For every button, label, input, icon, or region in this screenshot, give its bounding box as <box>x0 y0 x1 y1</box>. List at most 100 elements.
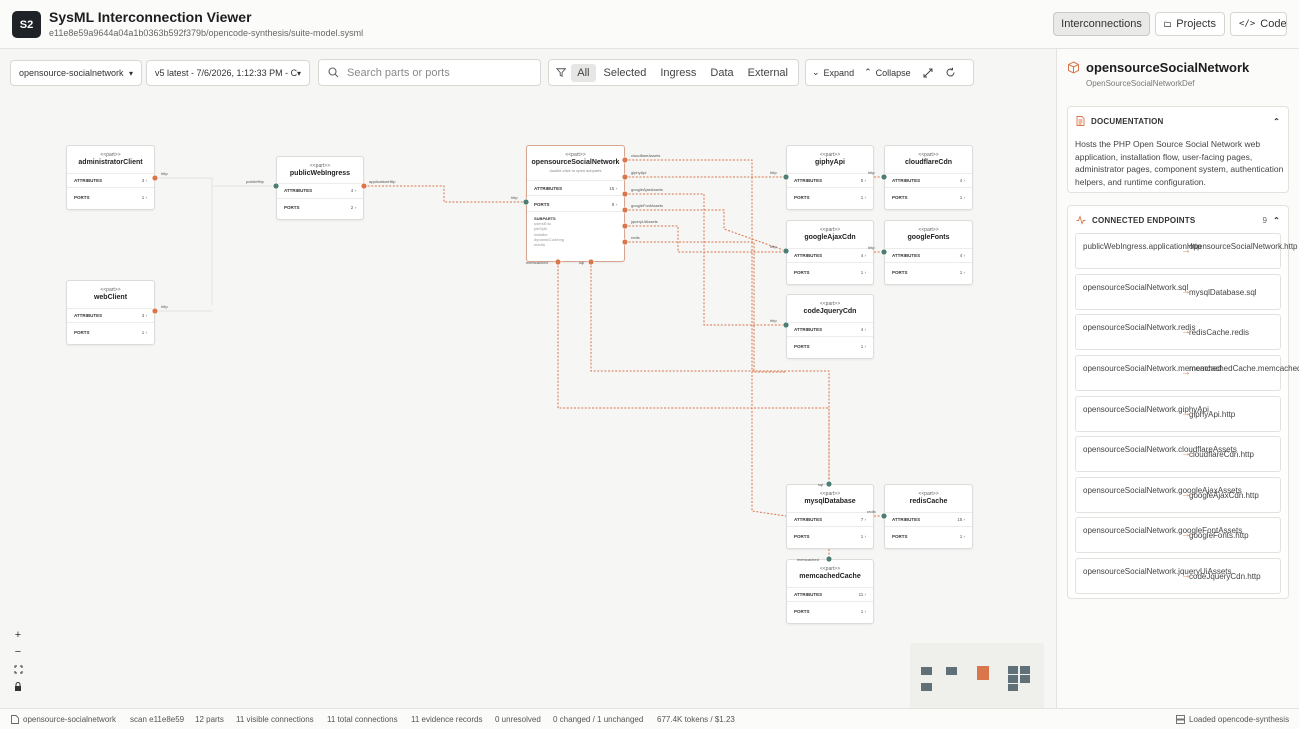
node-ports-row[interactable]: PORTS 1 › <box>794 344 866 349</box>
node-attributes-row[interactable]: ATTRIBUTES 15 › <box>892 517 965 522</box>
attributes-count: 4 <box>860 327 864 332</box>
node-attributes-row[interactable]: ATTRIBUTES 3 › <box>74 313 147 318</box>
node-divider <box>787 173 873 174</box>
endpoint-row[interactable]: opensourceSocialNetwork.googleAjaxAssets… <box>1075 477 1281 513</box>
search-input[interactable] <box>347 66 527 79</box>
reset-icon[interactable] <box>945 67 956 78</box>
node-attributes-row[interactable]: ATTRIBUTES 4 › <box>794 327 866 332</box>
node-google-ajax-cdn[interactable]: <<part>> googleAjaxCdn ATTRIBUTES 4 › POR… <box>786 220 874 285</box>
endpoint-from: opensourceSocialNetwork.cloudflareAssets <box>1083 445 1237 454</box>
node-attributes-row[interactable]: ATTRIBUTES 11 › <box>794 592 866 597</box>
subpart-item[interactable]: media <box>534 242 564 247</box>
node-ports-row[interactable]: PORTS 1 › <box>794 195 866 200</box>
node-ports-row[interactable]: PORTS 1 › <box>794 609 866 614</box>
node-divider <box>885 187 972 188</box>
node-divider <box>527 180 624 181</box>
node-attributes-row[interactable]: ATTRIBUTES 5 › <box>794 178 866 183</box>
interconnections-tab[interactable]: Interconnections <box>1053 12 1150 36</box>
node-ports-row[interactable]: PORTS 1 › <box>892 195 965 200</box>
project-select[interactable]: opensource-socialnetwork ▾ <box>10 60 142 86</box>
filter-ingress[interactable]: Ingress <box>654 64 702 82</box>
node-attributes-row[interactable]: ATTRIBUTES 3 › <box>74 178 147 183</box>
expand-button[interactable]: ⌄ Expand <box>812 67 854 78</box>
search-icon <box>328 67 339 78</box>
node-divider <box>787 262 873 263</box>
node-mysql-database[interactable]: <<part>> mysqlDatabase ATTRIBUTES 7 › POR… <box>786 484 874 549</box>
node-attributes-row[interactable]: ATTRIBUTES 4 › <box>892 178 965 183</box>
node-public-web-ingress[interactable]: <<part>> publicWebIngress ATTRIBUTES 4 › … <box>276 156 364 220</box>
endpoint-row[interactable]: opensourceSocialNetwork.jqueryUiAssets →… <box>1075 558 1281 594</box>
node-web-client[interactable]: <<part>> webClient ATTRIBUTES 3 › PORTS 1 … <box>66 280 155 345</box>
faint-connector-admin <box>155 177 213 305</box>
node-ports-row[interactable]: PORTS 1 › <box>794 534 866 539</box>
node-divider <box>67 187 154 188</box>
fit-view-button[interactable] <box>9 660 27 678</box>
endpoint-row[interactable]: opensourceSocialNetwork.googleFontAssets… <box>1075 517 1281 553</box>
diagram-canvas[interactable]: <<part>> administratorClient ATTRIBUTES 3… <box>0 49 1056 729</box>
projects-tab[interactable]: Projects <box>1155 12 1225 36</box>
search-box[interactable] <box>318 59 541 86</box>
node-redis-cache[interactable]: <<part>> redisCache ATTRIBUTES 15 › PORTS… <box>884 484 973 549</box>
node-stereotype: <<part>> <box>918 152 939 158</box>
filter-all[interactable]: All <box>571 63 596 82</box>
attributes-label: ATTRIBUTES <box>794 327 823 332</box>
node-opensource-social-network[interactable]: <<part>> opensourceSocialNetwork double-… <box>526 145 625 262</box>
node-cloudflare-cdn[interactable]: <<part>> cloudflareCdn ATTRIBUTES 4 › POR… <box>884 145 973 210</box>
node-administrator-client[interactable]: <<part>> administratorClient ATTRIBUTES 3… <box>66 145 155 210</box>
node-divider <box>67 308 154 309</box>
filter-external[interactable]: External <box>742 64 794 82</box>
node-ports-row[interactable]: PORTS 1 › <box>892 270 965 275</box>
endpoint-to: memcachedCache.memcached <box>1189 364 1299 373</box>
code-tab[interactable]: </> Code <box>1230 12 1287 36</box>
node-attributes-row[interactable]: ATTRIBUTES 7 › <box>794 517 866 522</box>
endpoint-row[interactable]: publicWebIngress.applicationHttp → opens… <box>1075 233 1298 269</box>
documentation-header[interactable]: DOCUMENTATION ⌃ <box>1076 116 1280 126</box>
app-title: SysML Interconnection Viewer <box>49 9 252 25</box>
endpoint-row[interactable]: opensourceSocialNetwork.redis → redisCac… <box>1075 314 1281 350</box>
node-code-jquery-cdn[interactable]: <<part>> codeJqueryCdn ATTRIBUTES 4 › POR… <box>786 294 874 359</box>
node-attributes-row[interactable]: ATTRIBUTES 15 › <box>534 186 617 191</box>
version-select[interactable]: v5 latest - 7/6/2026, 1:12:33 PM - Compl… <box>146 60 310 86</box>
node-name: opensourceSocialNetwork <box>531 159 620 166</box>
filter-selected[interactable]: Selected <box>598 64 653 82</box>
ports-label: PORTS <box>892 534 908 539</box>
node-attributes-row[interactable]: ATTRIBUTES 4 › <box>794 253 866 258</box>
endpoint-from: opensourceSocialNetwork.giphyApi <box>1083 405 1209 414</box>
node-ports-row[interactable]: PORTS 1 › <box>892 534 965 539</box>
collapse-button[interactable]: ⌃ Collapse <box>864 67 911 78</box>
chevron-down-icon: ▾ <box>128 68 133 78</box>
status-loaded: Loaded opencode-synthesis <box>1189 715 1290 724</box>
panel-subtitle: OpenSourceSocialNetworkDef <box>1086 79 1195 88</box>
filter-data[interactable]: Data <box>704 64 739 82</box>
part-icon <box>1068 61 1079 74</box>
attributes-label: ATTRIBUTES <box>794 592 823 597</box>
node-ports-row[interactable]: PORTS 9 › <box>534 202 617 207</box>
node-memcached-cache[interactable]: <<part>> memcachedCache ATTRIBUTES 11 › P… <box>786 559 874 624</box>
node-ports-row[interactable]: PORTS 1 › <box>74 330 147 335</box>
node-giphy-api[interactable]: <<part>> giphyApi ATTRIBUTES 5 › PORTS 1 › <box>786 145 874 210</box>
lock-button[interactable] <box>9 677 27 695</box>
zoom-out-button[interactable]: − <box>9 643 27 661</box>
endpoint-row[interactable]: opensourceSocialNetwork.giphyApi → giphy… <box>1075 396 1281 432</box>
node-google-fonts[interactable]: <<part>> googleFonts ATTRIBUTES 4 › PORTS… <box>884 220 973 285</box>
minimap-node <box>1008 684 1018 691</box>
node-stereotype: <<part>> <box>819 491 841 497</box>
endpoint-row[interactable]: opensourceSocialNetwork.memcached → memc… <box>1075 355 1299 391</box>
fullscreen-icon[interactable] <box>923 68 933 78</box>
node-ports-row[interactable]: PORTS 2 › <box>284 205 356 210</box>
attributes-label: ATTRIBUTES <box>284 188 313 193</box>
node-divider <box>787 526 873 527</box>
node-ports-row[interactable]: PORTS 1 › <box>794 270 866 275</box>
endpoint-row[interactable]: opensourceSocialNetwork.sql → mysqlDatab… <box>1075 274 1281 310</box>
zoom-in-button[interactable]: + <box>9 626 27 644</box>
fit-view-icon <box>14 665 22 673</box>
endpoints-header[interactable]: CONNECTED ENDPOINTS 9 ⌃ <box>1076 215 1280 225</box>
node-divider <box>67 173 154 174</box>
activity-icon <box>1076 215 1086 225</box>
node-name: codeJqueryCdn <box>803 308 857 315</box>
projects-tab-label: Projects <box>1176 18 1216 30</box>
node-ports-row[interactable]: PORTS 1 › <box>74 195 147 200</box>
endpoint-row[interactable]: opensourceSocialNetwork.cloudflareAssets… <box>1075 436 1281 472</box>
node-attributes-row[interactable]: ATTRIBUTES 4 › <box>284 188 356 193</box>
node-attributes-row[interactable]: ATTRIBUTES 4 › <box>892 253 965 258</box>
